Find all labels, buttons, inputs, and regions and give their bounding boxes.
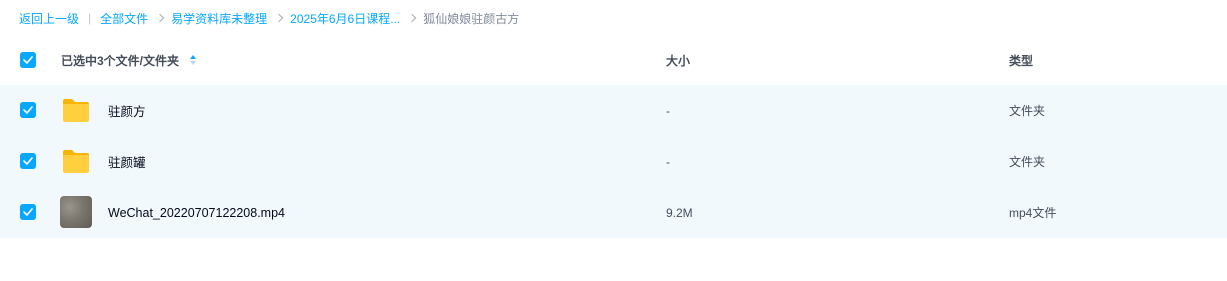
- back-link[interactable]: 返回上一级: [19, 10, 79, 27]
- column-header-type[interactable]: 类型: [1009, 52, 1033, 69]
- folder-icon: [63, 150, 89, 173]
- chevron-right-icon: [407, 13, 417, 23]
- breadcrumb: 返回上一级 | 全部文件 易学资料库未整理 2025年6月6日课程... 狐仙娘…: [19, 9, 519, 27]
- folder-icon: [63, 99, 89, 122]
- file-size: -: [666, 103, 670, 118]
- check-icon: [23, 157, 33, 165]
- selection-count-label: 已选中3个文件/文件夹: [61, 53, 180, 68]
- breadcrumb-item-course[interactable]: 2025年6月6日课程...: [290, 10, 400, 27]
- chevron-right-icon: [274, 13, 284, 23]
- table-row[interactable]: WeChat_20220707122208.mp4 9.2M mp4文件: [0, 187, 1227, 238]
- file-name[interactable]: WeChat_20220707122208.mp4: [108, 206, 285, 220]
- table-row[interactable]: 驻颜罐 - 文件夹: [0, 136, 1227, 187]
- sort-icon[interactable]: [189, 54, 197, 66]
- file-size: -: [666, 154, 670, 169]
- video-thumbnail: [60, 196, 92, 228]
- select-all-checkbox[interactable]: [20, 52, 36, 68]
- check-icon: [23, 106, 33, 114]
- breadcrumb-divider: |: [88, 11, 92, 25]
- row-checkbox[interactable]: [20, 102, 36, 118]
- file-type: mp4文件: [1009, 206, 1057, 220]
- breadcrumb-item-all-files[interactable]: 全部文件: [100, 10, 148, 27]
- row-checkbox[interactable]: [20, 153, 36, 169]
- check-icon: [23, 56, 33, 64]
- breadcrumb-item-library[interactable]: 易学资料库未整理: [171, 10, 267, 27]
- file-name[interactable]: 驻颜方: [108, 101, 146, 120]
- file-browser: 返回上一级 | 全部文件 易学资料库未整理 2025年6月6日课程... 狐仙娘…: [0, 0, 1227, 281]
- table-header: 已选中3个文件/文件夹 大小 类型: [0, 40, 1227, 80]
- column-header-size[interactable]: 大小: [666, 52, 690, 69]
- file-name[interactable]: 驻颜罐: [108, 152, 146, 171]
- chevron-right-icon: [155, 13, 165, 23]
- file-type: 文件夹: [1009, 104, 1046, 118]
- breadcrumb-current: 狐仙娘娘驻颜古方: [423, 11, 520, 26]
- check-icon: [23, 208, 33, 216]
- table-row[interactable]: 驻颜方 - 文件夹: [0, 85, 1227, 136]
- row-checkbox[interactable]: [20, 204, 36, 220]
- file-size: 9.2M: [666, 205, 693, 220]
- file-type: 文件夹: [1009, 155, 1046, 169]
